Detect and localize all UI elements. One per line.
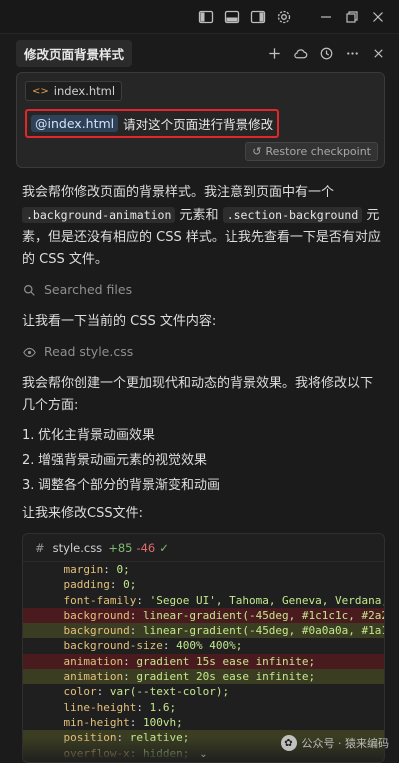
list-number: 3. [22,478,35,493]
assistant-paragraph-1: 我会帮你修改页面的背景样式。我注意到页面中有一个 .background-ani… [22,182,385,271]
css-value: gradient 20s ease infinite; [129,670,316,684]
context-file-name: index.html [53,84,116,98]
watermark-text: 公众号 · 猿来编码 [301,737,390,750]
code-line: background-size: 400% 400%; [63,639,243,653]
applied-check-icon: ✓ [159,540,169,555]
css-property: background-size [63,639,163,653]
hash-icon: # [35,540,45,555]
code-diff-block[interactable]: # style.css +85 -46 ✓ margin: 0; padding… [22,533,385,763]
restore-checkpoint-label: Restore checkpoint [265,145,372,158]
cloud-icon[interactable] [289,42,311,64]
list-item: 2. 增强背景动画元素的视觉效果 [22,450,385,472]
wechat-icon: ✿ [280,735,297,751]
removed-code-line: background: linear-gradient(-45deg, #1c1… [23,607,384,624]
tool-searched-files[interactable]: Searched files [22,279,385,301]
code-line: min-height: 100vh; [63,715,183,729]
inline-code: .section-background [222,207,363,223]
history-clock-icon[interactable] [315,42,337,64]
code-lines: margin: 0; padding: 0; font-family: 'Seg… [23,562,384,761]
css-property: animation [63,654,124,668]
watermark: ✿ 公众号 · 猿来编码 [280,735,390,751]
list-text: 增强背景动画元素的视觉效果 [38,453,208,468]
css-value: 0; [109,563,130,576]
toggle-panel-icon[interactable] [219,4,245,30]
plan-list: 1. 优化主背景动画效果 2. 增强背景动画元素的视觉效果 3. 调整各个部分的背景渐… [22,425,385,497]
removed-code-line: animation: gradient 15s ease infinite; [23,653,384,670]
list-text: 调整各个部分的背景渐变和动画 [38,478,221,493]
css-property: margin [63,563,104,576]
css-property: padding [63,578,110,592]
deletions-count: -46 [136,540,156,555]
assistant-message: 我会帮你修改页面的背景样式。我注意到页面中有一个 .background-ani… [0,182,399,525]
inline-code: .background-animation [22,207,176,223]
toggle-left-sidebar-icon[interactable] [193,4,219,30]
css-property: color [63,685,97,699]
tool-label: Searched files [44,282,133,297]
restore-arrow-icon: ↺ [252,145,262,158]
user-message[interactable]: <> index.html @index.html 请对这个页面进行背景修改 ↺… [16,72,385,168]
code-line: margin: 0; [63,563,130,576]
list-number: 2. [22,453,35,468]
minimize-window-icon[interactable] [313,4,339,30]
chat-header: 修改页面背景样式 [0,34,399,72]
prompt-text: 请对这个页面进行背景修改 [123,117,274,132]
more-options-icon[interactable] [341,42,363,64]
additions-count: +85 [108,540,133,555]
restore-window-icon[interactable] [339,4,365,30]
css-value: linear-gradient(-45deg, #1c1c1c, #2a2a [136,608,384,622]
tool-label: Read style.css [44,344,134,359]
code-line: color: var(--text-color); [63,685,230,699]
added-code-line: background: linear-gradient(-45deg, #0a0… [23,623,384,639]
css-value: 0; [116,578,137,592]
list-number: 1. [22,428,35,443]
context-file-chip[interactable]: <> index.html [25,81,123,101]
chat-tab-title[interactable]: 修改页面背景样式 [16,39,133,67]
eye-icon [22,346,36,359]
tool-read-file[interactable]: Read style.css [22,341,385,363]
code-line: font-family: 'Segoe UI', Tahoma, Geneva,… [23,593,385,608]
window-titlebar [0,0,399,34]
toggle-right-sidebar-icon[interactable] [245,4,271,30]
css-value: 1.6; [142,700,177,714]
expand-chevron-icon[interactable]: ⌄ [199,749,207,760]
code-filename[interactable]: style.css [53,541,103,555]
list-item: 3. 调整各个部分的背景渐变和动画 [22,475,385,497]
css-property: line-height [63,700,137,714]
css-property: min-height [63,715,130,729]
added-code-line: animation: gradient 20s ease infinite; [23,669,384,685]
new-chat-plus-icon[interactable] [263,42,285,64]
restore-checkpoint-button[interactable]: ↺ Restore checkpoint [245,142,378,161]
css-property: font-family [63,593,137,607]
css-property: animation [63,670,124,684]
css-value: 100vh; [136,715,183,729]
highlighted-prompt: @index.html 请对这个页面进行背景修改 [25,109,280,138]
list-item: 1. 优化主背景动画效果 [22,425,385,447]
css-property: background [63,608,130,622]
css-property: background [63,624,130,638]
search-icon [22,284,36,297]
list-text: 优化主背景动画效果 [38,428,156,443]
assistant-paragraph-2: 让我看一下当前的 CSS 文件内容: [22,314,217,329]
settings-gear-icon[interactable] [271,4,297,30]
text-segment: 我会帮你修改页面的背景样式。我注意到页面中有一个 [22,185,335,200]
css-value: 'Segoe UI', Tahoma, Geneva, Verdana, [142,593,384,607]
css-value: gradient 15s ease infinite; [129,654,316,668]
assistant-paragraph-3: 我会帮你创建一个更加现代和动态的背景效果。我将修改以下几个方面: [22,376,374,413]
css-value: var(--text-color); [103,685,230,699]
close-chat-icon[interactable] [367,42,389,64]
assistant-paragraph-4: 让我来修改CSS文件: [22,506,143,521]
code-block-header[interactable]: # style.css +85 -46 ✓ [23,534,384,562]
code-line: padding: 0; [63,578,137,592]
css-value: 400% 400%; [169,639,243,653]
file-mention[interactable]: @index.html [31,115,119,132]
text-segment: 元素和 [179,208,219,223]
code-file-icon: <> [32,85,49,97]
close-window-icon[interactable] [365,4,391,30]
code-line: line-height: 1.6; [63,700,177,714]
css-value: linear-gradient(-45deg, #0a0a0a, #1a1a [136,624,384,638]
